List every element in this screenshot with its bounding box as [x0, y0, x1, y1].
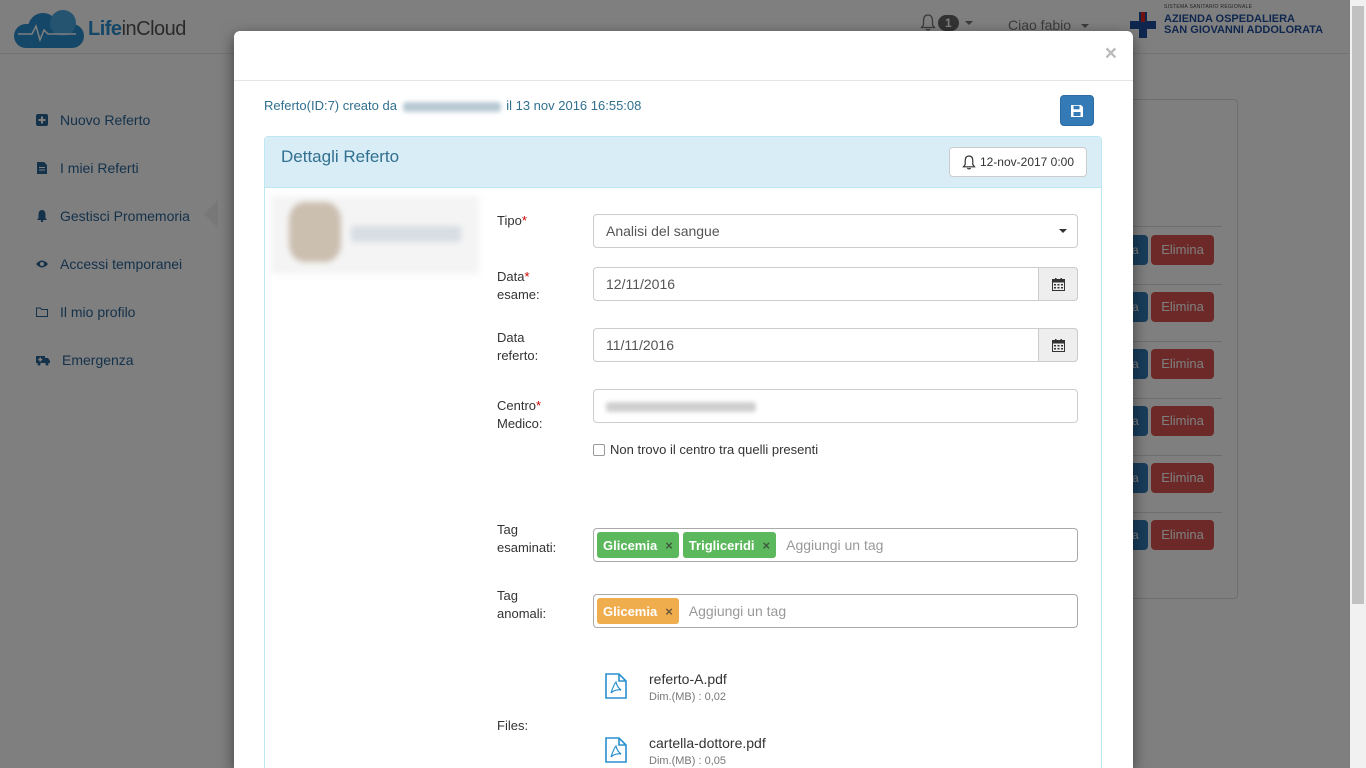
remove-tag-icon[interactable]: ×: [665, 604, 673, 619]
centro-medico-input[interactable]: [593, 389, 1078, 423]
tipo-select[interactable]: Analisi del sangue: [593, 214, 1078, 248]
calendar-button[interactable]: [1038, 267, 1078, 301]
modal-header: ×: [234, 31, 1133, 81]
add-tag-input[interactable]: Aggiungi un tag: [689, 603, 786, 619]
save-button[interactable]: [1060, 95, 1094, 126]
dettagli-referto-panel: Dettagli Referto 12-nov-2017 0:00 Tipo* …: [264, 136, 1102, 768]
redacted-image: [271, 196, 479, 274]
floppy-disk-icon: [1071, 104, 1083, 117]
close-icon[interactable]: ×: [1105, 43, 1117, 64]
bell-icon: [962, 154, 976, 169]
tipo-label: Tipo*: [497, 213, 527, 228]
tag-chip: Glicemia ×: [597, 532, 679, 558]
calendar-icon: [1051, 277, 1065, 291]
referto-modal: × Referto(ID:7) creato da il 13 nov 2016…: [234, 31, 1133, 768]
tag-esaminati-input[interactable]: Glicemia × Trigliceridi × Aggiungi un tag: [593, 528, 1078, 562]
file-name[interactable]: cartella-dottore.pdf: [649, 735, 766, 751]
created-info: Referto(ID:7) creato da il 13 nov 2016 1…: [264, 98, 642, 113]
reminder-button[interactable]: 12-nov-2017 0:00: [949, 147, 1087, 177]
file-item[interactable]: cartella-dottore.pdf Dim.(MB) : 0,05: [605, 735, 766, 767]
remove-tag-icon[interactable]: ×: [665, 538, 673, 553]
files-label: Files:: [497, 718, 529, 733]
data-esame-input[interactable]: 12/11/2016: [593, 267, 1078, 301]
data-esame-label: Data* esame:: [497, 269, 540, 302]
pdf-file-icon: [605, 737, 627, 763]
tag-chip: Trigliceridi ×: [682, 532, 777, 558]
centro-medico-label: Centro* Medico:: [497, 398, 543, 431]
calendar-icon: [1051, 338, 1065, 352]
add-tag-input[interactable]: Aggiungi un tag: [786, 537, 883, 553]
tag-esaminati-label: Tag esaminati:: [497, 522, 557, 555]
file-item[interactable]: referto-A.pdf Dim.(MB) : 0,02: [605, 671, 727, 703]
file-size: Dim.(MB) : 0,02: [649, 691, 727, 703]
panel-heading: Dettagli Referto 12-nov-2017 0:00: [265, 137, 1101, 188]
page-scrollbar[interactable]: [1350, 0, 1366, 768]
scrollbar-thumb[interactable]: [1352, 6, 1364, 604]
file-size: Dim.(MB) : 0,05: [649, 755, 727, 767]
centro-not-found-checkbox[interactable]: [593, 443, 605, 456]
chevron-down-icon: [1059, 229, 1067, 233]
tag-chip: Glicemia ×: [597, 598, 679, 624]
pdf-file-icon: [605, 673, 627, 699]
remove-tag-icon[interactable]: ×: [763, 538, 771, 553]
centro-not-found-checkbox-row[interactable]: Non trovo il centro tra quelli presenti: [593, 442, 818, 457]
calendar-button[interactable]: [1038, 328, 1078, 362]
tag-anomali-input[interactable]: Glicemia × Aggiungi un tag: [593, 594, 1078, 628]
file-name[interactable]: referto-A.pdf: [649, 671, 727, 687]
data-referto-input[interactable]: 11/11/2016: [593, 328, 1078, 362]
redacted-author: [402, 101, 501, 112]
tag-anomali-label: Tag anomali:: [497, 588, 547, 621]
data-referto-label: Data referto:: [497, 330, 539, 363]
panel-title: Dettagli Referto: [281, 147, 400, 166]
redacted-centro-value: [606, 402, 756, 413]
